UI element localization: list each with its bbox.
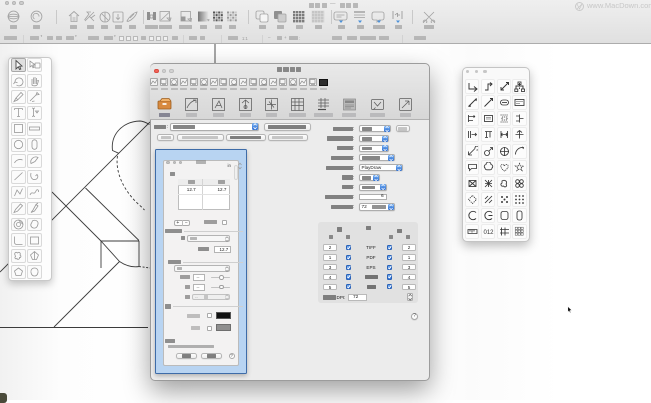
- svg-text:012: 012: [483, 230, 494, 236]
